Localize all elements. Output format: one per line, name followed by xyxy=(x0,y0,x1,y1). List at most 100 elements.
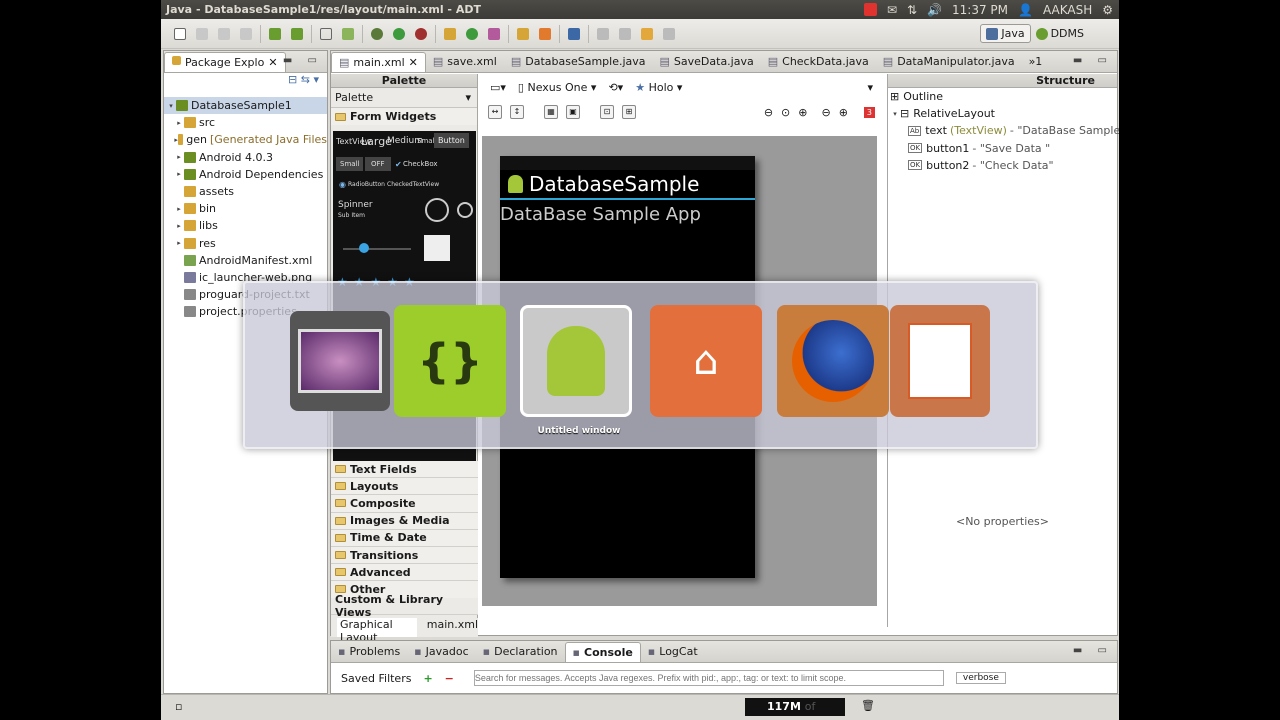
expand-icon[interactable]: ▸ xyxy=(174,170,184,178)
avd-manager-icon[interactable] xyxy=(291,27,303,40)
back-icon[interactable] xyxy=(641,27,653,40)
tree-item[interactable]: ▸ bin xyxy=(164,200,327,217)
palette-category[interactable]: Layouts xyxy=(331,478,478,496)
close-icon[interactable]: ✕ xyxy=(268,56,277,69)
tree-item[interactable]: AndroidManifest.xml xyxy=(164,252,327,269)
config-chooser-icon[interactable]: ▭▾ xyxy=(490,81,506,94)
error-count-badge[interactable]: 3 xyxy=(863,106,875,118)
perspective-ddms[interactable]: DDMS xyxy=(1031,25,1089,42)
collapse-all-icon[interactable]: ⊟ xyxy=(288,73,297,86)
margins-icon[interactable]: ▦ xyxy=(544,105,558,119)
widget-spinner[interactable]: Spinner xyxy=(338,200,373,210)
heap-status[interactable]: 117M of 250M xyxy=(745,698,845,720)
log-level-select[interactable]: verbose xyxy=(955,672,1006,684)
perspective-java[interactable]: Java xyxy=(980,24,1031,43)
android-sdk-icon[interactable] xyxy=(269,27,281,40)
zoom-plus-icon[interactable]: ⊕ xyxy=(839,106,848,119)
baseline-icon[interactable]: ⊡ xyxy=(600,105,614,119)
editor-tab[interactable]: ▤ DataManipulator.java xyxy=(876,52,1022,72)
forward-icon[interactable] xyxy=(663,27,675,40)
console-tab[interactable]: ▪ Declaration xyxy=(476,642,565,662)
switcher-android[interactable] xyxy=(520,305,632,417)
palette-category[interactable]: Time & Date xyxy=(331,529,478,547)
quick-contact-icon[interactable] xyxy=(424,235,450,261)
textview-text[interactable]: DataBase Sample App xyxy=(500,200,755,225)
device-chooser[interactable]: ▯ Nexus One ▾ xyxy=(518,81,597,94)
console-tab[interactable]: ▪ Javadoc xyxy=(407,642,475,662)
view-window-buttons[interactable]: ▬ ▭ xyxy=(283,55,323,66)
add-filter-icon[interactable]: + xyxy=(423,672,432,685)
tree-item[interactable]: ▸ Android 4.0.3 xyxy=(164,149,327,166)
new-class-icon[interactable] xyxy=(466,27,478,40)
expand-icon[interactable]: ▸ xyxy=(174,239,184,247)
palette-category[interactable]: Transitions xyxy=(331,546,478,565)
prev-annotation-icon[interactable] xyxy=(619,27,631,40)
close-icon[interactable]: ✕ xyxy=(409,56,418,69)
console-tab[interactable]: ▪ Problems xyxy=(331,642,407,662)
gravity-icon[interactable]: ⊞ xyxy=(622,105,636,119)
logcat-search-input[interactable] xyxy=(473,670,944,686)
console-window-buttons[interactable]: ▬ ▭ xyxy=(1073,645,1113,656)
distribute-icon[interactable]: ▣ xyxy=(566,105,580,119)
palette-category[interactable]: Composite xyxy=(331,495,478,513)
progress-small-icon[interactable] xyxy=(457,202,473,218)
new-android-icon[interactable] xyxy=(488,27,500,40)
outline-item[interactable]: OK button1 - "Save Data " xyxy=(888,140,1117,157)
palette-category[interactable]: Images & Media xyxy=(331,512,478,530)
tree-item[interactable]: ▾ DatabaseSample1 xyxy=(164,97,327,115)
link-editor-icon[interactable]: ⇆ xyxy=(301,73,310,86)
palette-custom-views[interactable]: Custom & Library Views xyxy=(331,593,478,619)
orientation-toggle[interactable]: ⟲▾ xyxy=(608,81,623,94)
debug-icon[interactable] xyxy=(371,27,383,40)
switcher-brackets[interactable]: {} xyxy=(394,305,506,417)
lint-icon[interactable] xyxy=(320,27,332,40)
tab-package-explorer[interactable]: Package Explo ✕ xyxy=(164,52,286,72)
open-type-icon[interactable] xyxy=(517,27,529,40)
outline-item[interactable]: OK button2 - "Check Data" xyxy=(888,157,1117,174)
console-tab[interactable]: ▪ Console xyxy=(564,642,641,662)
outline-item[interactable]: Abtext (TextView) - "DataBase Sample A xyxy=(888,122,1119,139)
android-project-icon[interactable] xyxy=(342,27,354,40)
expand-icon[interactable]: ▸ xyxy=(174,119,184,127)
tree-item[interactable]: ▸ gen [Generated Java Files xyxy=(164,131,327,148)
editor-tab[interactable]: ▤ main.xml ✕ xyxy=(331,52,426,72)
editor-tab[interactable]: ▤ SaveData.java xyxy=(653,52,761,72)
palette-category-form-widgets[interactable]: Form Widgets xyxy=(331,108,477,126)
view-menu-icon[interactable]: ▾ xyxy=(313,73,319,86)
editor-window-buttons[interactable]: ▬ ▭ xyxy=(1073,55,1113,66)
run-icon[interactable] xyxy=(393,27,405,40)
seekbar-thumb[interactable] xyxy=(359,243,369,253)
volume-icon[interactable]: 🔊 xyxy=(927,3,942,17)
save-all-icon[interactable] xyxy=(218,27,230,40)
expand-icon[interactable]: ▸ xyxy=(174,153,184,161)
widget-toggle-button[interactable]: OFF xyxy=(365,157,391,171)
zoom-real-icon[interactable]: ⊙ xyxy=(781,106,790,119)
search-icon[interactable] xyxy=(539,27,551,40)
gear-icon[interactable]: ⚙ xyxy=(1102,3,1113,17)
editor-tab[interactable]: ▤ DatabaseSample.java xyxy=(504,52,653,72)
new-package-icon[interactable] xyxy=(444,27,456,40)
tree-item[interactable]: assets xyxy=(164,183,327,200)
print-icon[interactable] xyxy=(240,27,252,40)
external-tools-icon[interactable] xyxy=(415,27,427,40)
remove-filter-icon[interactable]: − xyxy=(445,672,454,685)
expand-icon[interactable]: ▸ xyxy=(174,222,184,230)
save-icon[interactable] xyxy=(196,27,208,40)
editor-tab[interactable]: ▤ CheckData.java xyxy=(761,52,876,72)
widget-checkbox[interactable]: CheckBox xyxy=(403,160,438,168)
next-annotation-icon[interactable] xyxy=(597,27,609,40)
network-icon[interactable]: ⇅ xyxy=(907,3,917,17)
switcher-impress[interactable] xyxy=(890,305,990,417)
fill-width-icon[interactable]: ↔ xyxy=(488,105,502,119)
switcher-firefox[interactable] xyxy=(777,305,889,417)
tree-item[interactable]: ▸ res xyxy=(164,235,327,252)
tree-item[interactable]: ▸ libs xyxy=(164,217,327,234)
new-icon[interactable] xyxy=(174,27,186,40)
editor-tabs-overflow[interactable]: »1 xyxy=(1022,52,1050,72)
zoom-minus-icon[interactable]: ⊖ xyxy=(821,106,830,119)
tree-item[interactable]: ▸ Android Dependencies xyxy=(164,166,327,183)
fill-height-icon[interactable]: ↕ xyxy=(510,105,524,119)
tab-main-xml[interactable]: main.xml xyxy=(427,618,478,637)
switcher-desktop[interactable] xyxy=(290,311,390,411)
console-tab[interactable]: ▪ LogCat xyxy=(641,642,705,662)
